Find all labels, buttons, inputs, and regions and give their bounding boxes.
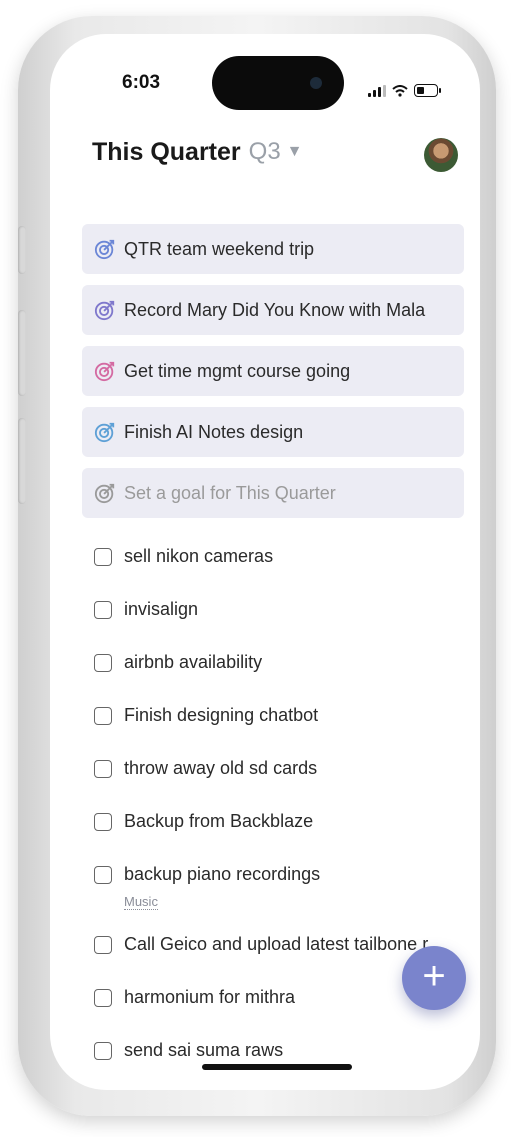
task-item[interactable]: Backup from Backblaze <box>94 811 474 864</box>
target-icon <box>94 422 115 443</box>
plus-icon: + <box>422 954 446 998</box>
task-checkbox[interactable] <box>94 989 112 1007</box>
status-icons <box>368 84 441 97</box>
task-label: harmonium for mithra <box>124 987 296 1007</box>
task-checkbox[interactable] <box>94 936 112 954</box>
task-label: send sai suma raws <box>124 1040 284 1060</box>
target-icon <box>94 483 115 504</box>
goals-list: QTR team weekend trip Record Mary Did You… <box>82 224 464 529</box>
task-checkbox[interactable] <box>94 601 112 619</box>
home-indicator <box>202 1064 352 1070</box>
task-label: throw away old sd cards <box>124 758 318 778</box>
task-item[interactable]: Finish designing chatbot <box>94 705 474 758</box>
task-label: invisalign <box>124 599 199 619</box>
task-checkbox[interactable] <box>94 654 112 672</box>
battery-icon <box>414 84 441 97</box>
goal-label: Set a goal for This Quarter <box>124 482 336 503</box>
volume-down-button <box>18 418 26 504</box>
wifi-icon <box>392 84 408 97</box>
period-selector[interactable]: Q3 <box>249 138 281 166</box>
task-item[interactable]: airbnb availability <box>94 652 474 705</box>
task-checkbox[interactable] <box>94 1042 112 1060</box>
goal-item[interactable]: QTR team weekend trip <box>82 224 464 274</box>
task-label: sell nikon cameras <box>124 546 274 566</box>
action-button <box>18 226 26 274</box>
goal-label: Get time mgmt course going <box>124 360 351 381</box>
task-label: airbnb availability <box>124 652 263 672</box>
add-task-button[interactable]: + <box>402 946 466 1010</box>
app-screen: 6:03 This Quarter Q3 ▼ QTR team weekend … <box>50 34 480 1090</box>
avatar[interactable] <box>424 138 458 172</box>
page-header: This Quarter Q3 ▼ <box>92 132 460 172</box>
task-label: Finish designing chatbot <box>124 705 319 725</box>
task-label: Backup from Backblaze <box>124 811 314 831</box>
page-title: This Quarter <box>92 137 241 166</box>
dynamic-island <box>212 56 344 110</box>
goal-label: Finish AI Notes design <box>124 421 304 442</box>
goal-item[interactable]: Record Mary Did You Know with Mala <box>82 285 464 335</box>
task-item[interactable]: backup piano recordings Music <box>94 864 474 934</box>
task-checkbox[interactable] <box>94 813 112 831</box>
target-icon <box>94 239 115 260</box>
task-label: Call Geico and upload latest tailbone r <box>124 934 429 954</box>
goal-label: Record Mary Did You Know with Mala <box>124 299 426 320</box>
task-list: sell nikon cameras invisalign airbnb avail… <box>94 546 474 1090</box>
goal-item[interactable]: Get time mgmt course going <box>82 346 464 396</box>
task-checkbox[interactable] <box>94 548 112 566</box>
goal-label: QTR team weekend trip <box>124 238 315 259</box>
camera-icon <box>310 77 322 89</box>
target-icon <box>94 361 115 382</box>
task-checkbox[interactable] <box>94 707 112 725</box>
status-time: 6:03 <box>122 72 161 93</box>
signal-icon <box>368 84 386 97</box>
task-checkbox[interactable] <box>94 866 112 884</box>
task-label: backup piano recordings <box>124 864 321 884</box>
chevron-down-icon[interactable]: ▼ <box>287 143 303 161</box>
add-goal-placeholder[interactable]: Set a goal for This Quarter <box>82 468 464 518</box>
task-tag[interactable]: Music <box>124 894 158 910</box>
target-icon <box>94 300 115 321</box>
task-checkbox[interactable] <box>94 760 112 778</box>
goal-item[interactable]: Finish AI Notes design <box>82 407 464 457</box>
task-item[interactable]: throw away old sd cards <box>94 758 474 811</box>
task-item[interactable]: invisalign <box>94 599 474 652</box>
task-item[interactable]: sell nikon cameras <box>94 546 474 599</box>
volume-up-button <box>18 310 26 396</box>
